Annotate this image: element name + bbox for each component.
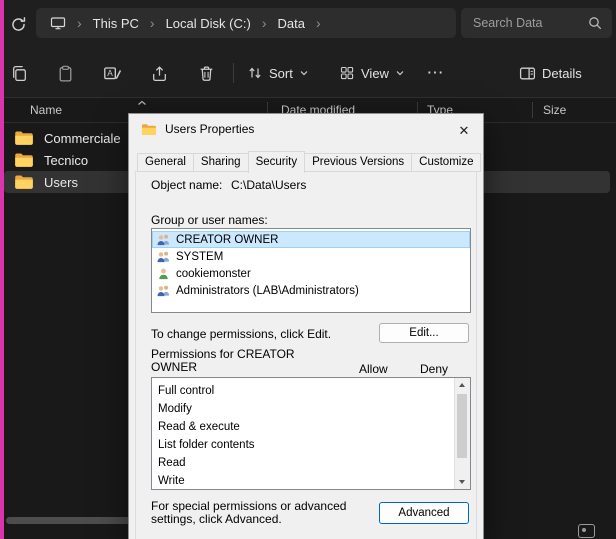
- permission-list-folder-contents[interactable]: List folder contents: [152, 436, 470, 454]
- search-input[interactable]: [471, 15, 585, 31]
- dialog-title: Users Properties: [165, 122, 254, 136]
- details-pane-icon: [519, 65, 536, 82]
- list-item-administrators[interactable]: Administrators (LAB\Administrators): [152, 282, 470, 299]
- view-toggle-icon[interactable]: [578, 524, 595, 538]
- breadcrumb: › This PC › Local Disk (C:) › Data ›: [36, 8, 456, 38]
- chevron-right-icon: ›: [77, 16, 82, 30]
- copy-icon: [10, 64, 29, 83]
- chevron-right-icon: ›: [262, 16, 267, 30]
- address-bar: › This PC › Local Disk (C:) › Data ›: [0, 0, 616, 46]
- scroll-down-icon[interactable]: [459, 480, 465, 484]
- folder-icon: [14, 174, 34, 190]
- permission-write[interactable]: Write: [152, 472, 470, 490]
- file-explorer-window: › This PC › Local Disk (C:) › Data ›: [0, 0, 616, 539]
- refresh-icon: [10, 16, 27, 33]
- vertical-scrollbar[interactable]: [454, 378, 470, 489]
- file-name: Users: [44, 175, 78, 190]
- refresh-button[interactable]: [7, 13, 29, 35]
- permissions-listbox: Full control Modify Read & execute List …: [151, 377, 471, 490]
- close-icon: ✕: [459, 124, 470, 137]
- group-icon: [156, 233, 171, 246]
- rename-icon: A: [102, 63, 122, 83]
- svg-text:A: A: [107, 68, 113, 78]
- object-name-value: C:\Data\Users: [231, 178, 306, 192]
- permission-modify[interactable]: Modify: [152, 400, 470, 418]
- chevron-right-icon: ›: [150, 16, 155, 30]
- window-edge-accent: [0, 0, 4, 539]
- list-item-cookiemonster[interactable]: cookiemonster: [152, 265, 470, 282]
- edit-hint-text: To change permissions, click Edit.: [151, 327, 331, 341]
- folder-icon: [14, 130, 34, 146]
- close-button[interactable]: ✕: [455, 121, 473, 139]
- object-name-label: Object name:: [151, 178, 222, 192]
- sort-arrows-icon: [247, 65, 263, 81]
- principal-name: SYSTEM: [176, 251, 223, 263]
- group-icon: [156, 284, 171, 297]
- breadcrumb-this-pc[interactable]: This PC: [93, 16, 139, 31]
- this-pc-icon: [50, 15, 66, 31]
- sort-label: Sort: [269, 66, 293, 81]
- scroll-up-icon[interactable]: [459, 383, 465, 387]
- breadcrumb-data[interactable]: Data: [278, 16, 305, 31]
- more-options-button[interactable]: ⋯: [420, 58, 450, 88]
- search-icon[interactable]: [588, 16, 602, 30]
- chevron-right-icon: ›: [316, 16, 321, 30]
- edit-button[interactable]: Edit...: [379, 323, 469, 343]
- advanced-button[interactable]: Advanced: [379, 502, 469, 524]
- paste-icon: [56, 64, 75, 83]
- ellipsis-icon: ⋯: [427, 63, 444, 83]
- column-name[interactable]: Name: [30, 103, 62, 117]
- search-box[interactable]: [461, 8, 612, 38]
- user-icon: [156, 267, 171, 280]
- rename-button[interactable]: A: [97, 58, 127, 88]
- permission-full-control[interactable]: Full control: [152, 382, 470, 400]
- group-user-listbox: CREATOR OWNER SYSTEM cookiemonster: [151, 228, 471, 313]
- allow-column-header: Allow: [359, 362, 388, 376]
- folder-icon: [14, 152, 34, 168]
- users-properties-dialog: Users Properties ✕ General Sharing Secur…: [128, 113, 484, 539]
- trash-icon: [197, 64, 216, 83]
- tab-security[interactable]: Security: [248, 151, 306, 173]
- view-label: View: [361, 66, 389, 81]
- chevron-down-icon: [395, 68, 405, 78]
- group-icon: [156, 250, 171, 263]
- principal-name: Administrators (LAB\Administrators): [176, 285, 359, 297]
- column-size[interactable]: Size: [543, 103, 566, 117]
- permission-read[interactable]: Read: [152, 454, 470, 472]
- share-icon: [150, 64, 169, 83]
- share-button[interactable]: [144, 58, 174, 88]
- list-item-creator-owner[interactable]: CREATOR OWNER: [152, 231, 470, 248]
- vertical-scrollbar-thumb[interactable]: [457, 394, 467, 458]
- tab-customize[interactable]: Customize: [411, 153, 481, 172]
- group-or-user-names-label: Group or user names:: [151, 213, 268, 227]
- copy-button[interactable]: [4, 58, 34, 88]
- tab-sharing[interactable]: Sharing: [193, 153, 249, 172]
- column-divider[interactable]: [532, 102, 533, 118]
- dialog-titlebar[interactable]: Users Properties: [129, 114, 483, 144]
- breadcrumb-local-disk-c[interactable]: Local Disk (C:): [166, 16, 251, 31]
- dialog-tabs: General Sharing Security Previous Versio…: [137, 151, 481, 172]
- permissions-for-label: Permissions for CREATOR OWNER: [151, 348, 311, 374]
- details-label: Details: [542, 66, 582, 81]
- view-grid-icon: [339, 65, 355, 81]
- details-button[interactable]: Details: [514, 58, 587, 88]
- view-button[interactable]: View: [334, 58, 410, 88]
- folder-icon: [141, 123, 157, 136]
- sort-ascending-icon: [137, 100, 147, 106]
- list-item-system[interactable]: SYSTEM: [152, 248, 470, 265]
- deny-column-header: Deny: [420, 362, 448, 376]
- toolbar-divider: [233, 63, 234, 83]
- principal-name: CREATOR OWNER: [176, 234, 278, 246]
- delete-button[interactable]: [191, 58, 221, 88]
- advanced-hint-text: For special permissions or advanced sett…: [151, 500, 369, 526]
- chevron-down-icon: [299, 68, 309, 78]
- tab-previous-versions[interactable]: Previous Versions: [304, 153, 412, 172]
- file-name: Commerciale: [44, 131, 121, 146]
- paste-button[interactable]: [50, 58, 80, 88]
- tab-general[interactable]: General: [137, 153, 194, 172]
- sort-button[interactable]: Sort: [242, 58, 314, 88]
- file-name: Tecnico: [44, 153, 88, 168]
- permission-read-execute[interactable]: Read & execute: [152, 418, 470, 436]
- principal-name: cookiemonster: [176, 268, 251, 280]
